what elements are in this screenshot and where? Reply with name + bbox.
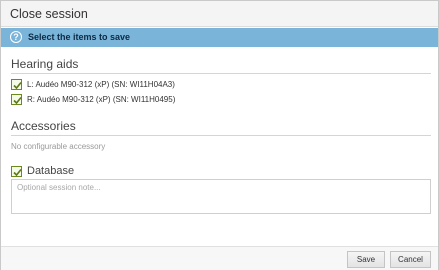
dialog-titlebar: Close session — [1, 1, 438, 27]
question-icon: ? — [10, 31, 22, 43]
save-button[interactable]: Save — [347, 251, 385, 268]
checkmark-icon — [13, 168, 22, 177]
hearing-aids-divider — [11, 73, 431, 74]
checkmark-icon — [13, 81, 22, 90]
hearing-aid-left-checkbox[interactable] — [11, 79, 22, 90]
accessories-title: Accessories — [11, 119, 76, 133]
database-checkbox[interactable] — [11, 166, 22, 177]
hearing-aids-title: Hearing aids — [11, 57, 79, 71]
database-label: Database — [27, 165, 75, 177]
session-note-input[interactable] — [11, 179, 431, 214]
checkmark-icon — [13, 96, 22, 105]
info-banner: ? Select the items to save — [1, 28, 438, 47]
close-session-dialog: Close session ? Select the items to save… — [0, 0, 439, 270]
accessories-empty-text: No configurable accessory — [11, 142, 106, 151]
hearing-aid-right-checkbox[interactable] — [11, 94, 22, 105]
dialog-footer: Save Cancel — [1, 246, 438, 270]
info-banner-text: Select the items to save — [28, 32, 131, 42]
cancel-button[interactable]: Cancel — [390, 251, 431, 268]
hearing-aid-left-label: L: Audéo M90-312 (xP) (SN: WI11H04A3) — [27, 80, 175, 89]
accessories-divider — [11, 135, 431, 136]
dialog-title: Close session — [10, 7, 88, 21]
hearing-aid-right-label: R: Audéo M90-312 (xP) (SN: WI11H0495) — [27, 95, 176, 104]
